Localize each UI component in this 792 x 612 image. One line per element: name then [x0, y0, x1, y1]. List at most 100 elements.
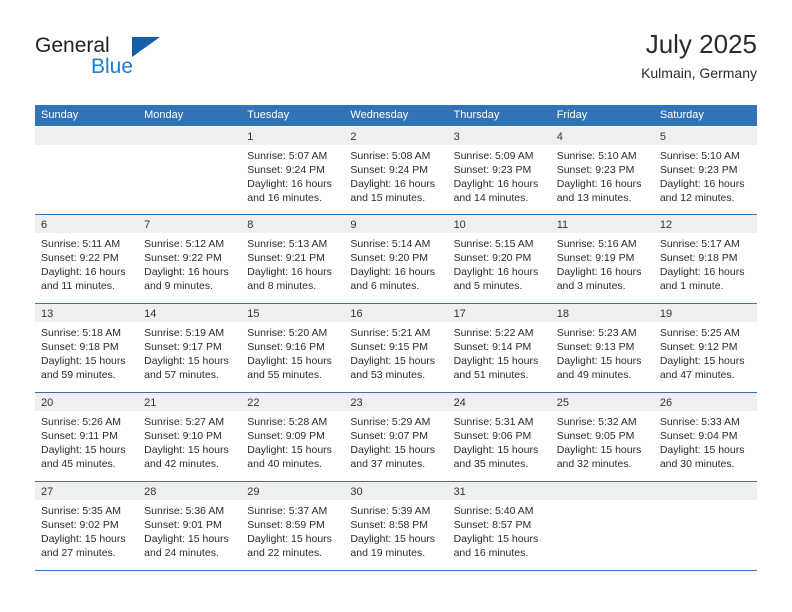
day-detail-line: Daylight: 15 hours	[556, 444, 642, 456]
day-cell-16[interactable]: 16 Sunrise: 5:21 AM Sunset: 9:15 PM Dayligh…	[344, 304, 448, 392]
day-cell-9[interactable]: 9 Sunrise: 5:14 AM Sunset: 9:20 PM Daylight…	[344, 215, 448, 303]
day-number-band	[550, 482, 654, 500]
day-detail-line: Sunset: 9:22 PM	[41, 252, 119, 264]
day-detail-line: and 9 minutes.	[144, 280, 214, 292]
day-detail-line: Daylight: 15 hours	[453, 355, 539, 367]
day-detail-line: Sunset: 9:20 PM	[453, 252, 532, 264]
day-cell-26[interactable]: 26 Sunrise: 5:33 AM Sunset: 9:04 PM Dayligh…	[653, 393, 757, 481]
day-number-band: 27	[35, 482, 139, 500]
day-cell-17[interactable]: 17 Sunrise: 5:22 AM Sunset: 9:14 PM Dayligh…	[447, 304, 551, 392]
day-detail-line: Sunset: 9:19 PM	[556, 252, 635, 264]
day-detail-line: Daylight: 15 hours	[659, 444, 745, 456]
day-cell-14[interactable]: 14 Sunrise: 5:19 AM Sunset: 9:17 PM Dayligh…	[138, 304, 242, 392]
day-detail-line: Daylight: 15 hours	[41, 444, 126, 456]
day-cell-4[interactable]: 4 Sunrise: 5:10 AM Sunset: 9:23 PM Daylight…	[550, 127, 654, 214]
day-detail-line: Sunset: 9:23 PM	[659, 164, 738, 176]
day-number: 13	[41, 308, 54, 320]
day-cell-22[interactable]: 22 Sunrise: 5:28 AM Sunset: 9:09 PM Dayligh…	[241, 393, 345, 481]
day-detail-line: Sunset: 9:01 PM	[144, 519, 222, 531]
calendar-grid: Sunday Monday Tuesday Wednesday Thursday Frid…	[35, 105, 757, 571]
day-detail-line: Daylight: 15 hours	[144, 444, 229, 456]
day-cell-27[interactable]: 27 Sunrise: 5:35 AM Sunset: 9:02 PM Dayligh…	[35, 482, 139, 570]
day-cell-13[interactable]: 13 Sunrise: 5:18 AM Sunset: 9:18 PM Dayligh…	[35, 304, 139, 392]
day-cell-31[interactable]: 31 Sunrise: 5:40 AM Sunset: 8:57 PM Dayligh…	[447, 482, 551, 570]
day-detail-line: Sunrise: 5:25 AM	[659, 327, 740, 339]
day-cell-30[interactable]: 30 Sunrise: 5:39 AM Sunset: 8:58 PM Dayligh…	[344, 482, 448, 570]
day-detail-line: and 15 minutes.	[350, 192, 426, 204]
day-number: 7	[144, 219, 151, 231]
day-details: Sunrise: 5:35 AM Sunset: 9:02 PM Daylight:…	[35, 500, 138, 560]
day-detail-line: Sunrise: 5:37 AM	[247, 505, 328, 517]
day-number: 9	[350, 219, 357, 231]
day-number-band: 21	[138, 393, 242, 411]
day-cell-25[interactable]: 25 Sunrise: 5:32 AM Sunset: 9:05 PM Dayligh…	[550, 393, 654, 481]
day-detail-line: Sunrise: 5:14 AM	[350, 238, 431, 250]
day-cell-15[interactable]: 15 Sunrise: 5:20 AM Sunset: 9:16 PM Dayligh…	[241, 304, 345, 392]
day-number-band: 28	[138, 482, 242, 500]
title-block: July 2025 Kulmain, Germany	[641, 28, 757, 83]
day-number: 3	[453, 131, 460, 143]
day-detail-line: Sunset: 9:18 PM	[659, 252, 738, 264]
day-number-band: 19	[653, 304, 757, 322]
day-cell-5[interactable]: 5 Sunrise: 5:10 AM Sunset: 9:23 PM Daylight…	[653, 127, 757, 214]
day-number-band: 12	[653, 215, 757, 233]
day-details: Sunrise: 5:32 AM Sunset: 9:05 PM Daylight:…	[551, 411, 654, 471]
day-cell-7[interactable]: 7 Sunrise: 5:12 AM Sunset: 9:22 PM Daylight…	[138, 215, 242, 303]
day-cell-19[interactable]: 19 Sunrise: 5:25 AM Sunset: 9:12 PM Dayligh…	[653, 304, 757, 392]
day-detail-line: and 51 minutes.	[453, 369, 529, 381]
day-detail-line: Sunset: 9:05 PM	[556, 430, 635, 442]
day-number-band: 4	[550, 127, 654, 145]
day-detail-line: and 13 minutes.	[556, 192, 632, 204]
day-detail-line: and 1 minute.	[659, 280, 724, 292]
day-detail-line: Daylight: 15 hours	[144, 355, 229, 367]
day-detail-line: and 3 minutes.	[556, 280, 626, 292]
day-number: 6	[41, 219, 48, 231]
day-cell-29[interactable]: 29 Sunrise: 5:37 AM Sunset: 8:59 PM Dayligh…	[241, 482, 345, 570]
day-detail-line: Sunrise: 5:11 AM	[41, 238, 121, 250]
day-details: Sunrise: 5:31 AM Sunset: 9:06 PM Daylight:…	[448, 411, 551, 471]
day-number-band: 24	[447, 393, 551, 411]
day-detail-line: Daylight: 16 hours	[659, 178, 745, 190]
day-detail-line: and 22 minutes.	[247, 547, 322, 559]
day-cell-21[interactable]: 21 Sunrise: 5:27 AM Sunset: 9:10 PM Dayligh…	[138, 393, 242, 481]
day-cell-empty	[550, 482, 654, 570]
day-detail-line: Sunset: 9:09 PM	[247, 430, 325, 442]
day-cell-24[interactable]: 24 Sunrise: 5:31 AM Sunset: 9:06 PM Dayligh…	[447, 393, 551, 481]
day-cell-2[interactable]: 2 Sunrise: 5:08 AM Sunset: 9:24 PM Daylight…	[344, 127, 448, 214]
day-cell-8[interactable]: 8 Sunrise: 5:13 AM Sunset: 9:21 PM Daylight…	[241, 215, 345, 303]
day-detail-line: and 32 minutes.	[556, 458, 632, 470]
day-detail-line: Sunrise: 5:10 AM	[556, 150, 637, 162]
weekday-header-row: Sunday Monday Tuesday Wednesday Thursday Frid…	[35, 105, 757, 126]
day-cell-10[interactable]: 10 Sunrise: 5:15 AM Sunset: 9:20 PM Dayligh…	[447, 215, 551, 303]
day-detail-line: Sunrise: 5:31 AM	[453, 416, 534, 428]
day-cell-12[interactable]: 12 Sunrise: 5:17 AM Sunset: 9:18 PM Dayligh…	[653, 215, 757, 303]
day-cell-11[interactable]: 11 Sunrise: 5:16 AM Sunset: 9:19 PM Dayligh…	[550, 215, 654, 303]
day-cell-1[interactable]: 1 Sunrise: 5:07 AM Sunset: 9:24 PM Daylight…	[241, 127, 345, 214]
day-detail-line: Sunrise: 5:17 AM	[659, 238, 740, 250]
day-number-band: 16	[344, 304, 448, 322]
day-detail-line: Sunrise: 5:33 AM	[659, 416, 740, 428]
day-detail-line: and 55 minutes.	[247, 369, 322, 381]
day-cell-20[interactable]: 20 Sunrise: 5:26 AM Sunset: 9:11 PM Dayligh…	[35, 393, 139, 481]
day-number-band: 17	[447, 304, 551, 322]
day-detail-line: Daylight: 15 hours	[41, 355, 126, 367]
day-number-band: 3	[447, 127, 551, 145]
day-cell-18[interactable]: 18 Sunrise: 5:23 AM Sunset: 9:13 PM Dayligh…	[550, 304, 654, 392]
day-detail-line: Sunrise: 5:10 AM	[659, 150, 740, 162]
day-number-band: 20	[35, 393, 139, 411]
day-cell-6[interactable]: 6 Sunrise: 5:11 AM Sunset: 9:22 PM Daylight…	[35, 215, 139, 303]
day-number: 27	[41, 486, 54, 498]
day-details: Sunrise: 5:29 AM Sunset: 9:07 PM Daylight:…	[344, 411, 447, 471]
day-details: Sunrise: 5:15 AM Sunset: 9:20 PM Daylight:…	[448, 233, 551, 293]
day-details: Sunrise: 5:40 AM Sunset: 8:57 PM Daylight:…	[448, 500, 551, 560]
day-detail-line: and 12 minutes.	[659, 192, 735, 204]
day-detail-line: and 14 minutes.	[453, 192, 529, 204]
day-details: Sunrise: 5:26 AM Sunset: 9:11 PM Daylight:…	[35, 411, 138, 471]
day-cell-3[interactable]: 3 Sunrise: 5:09 AM Sunset: 9:23 PM Daylight…	[447, 127, 551, 214]
day-detail-line: Daylight: 16 hours	[350, 178, 436, 190]
day-cell-23[interactable]: 23 Sunrise: 5:29 AM Sunset: 9:07 PM Dayligh…	[344, 393, 448, 481]
day-cell-28[interactable]: 28 Sunrise: 5:36 AM Sunset: 9:01 PM Dayligh…	[138, 482, 242, 570]
day-details: Sunrise: 5:13 AM Sunset: 9:21 PM Daylight:…	[241, 233, 344, 293]
day-detail-line: and 47 minutes.	[659, 369, 735, 381]
day-detail-line: Sunset: 9:12 PM	[659, 341, 738, 353]
